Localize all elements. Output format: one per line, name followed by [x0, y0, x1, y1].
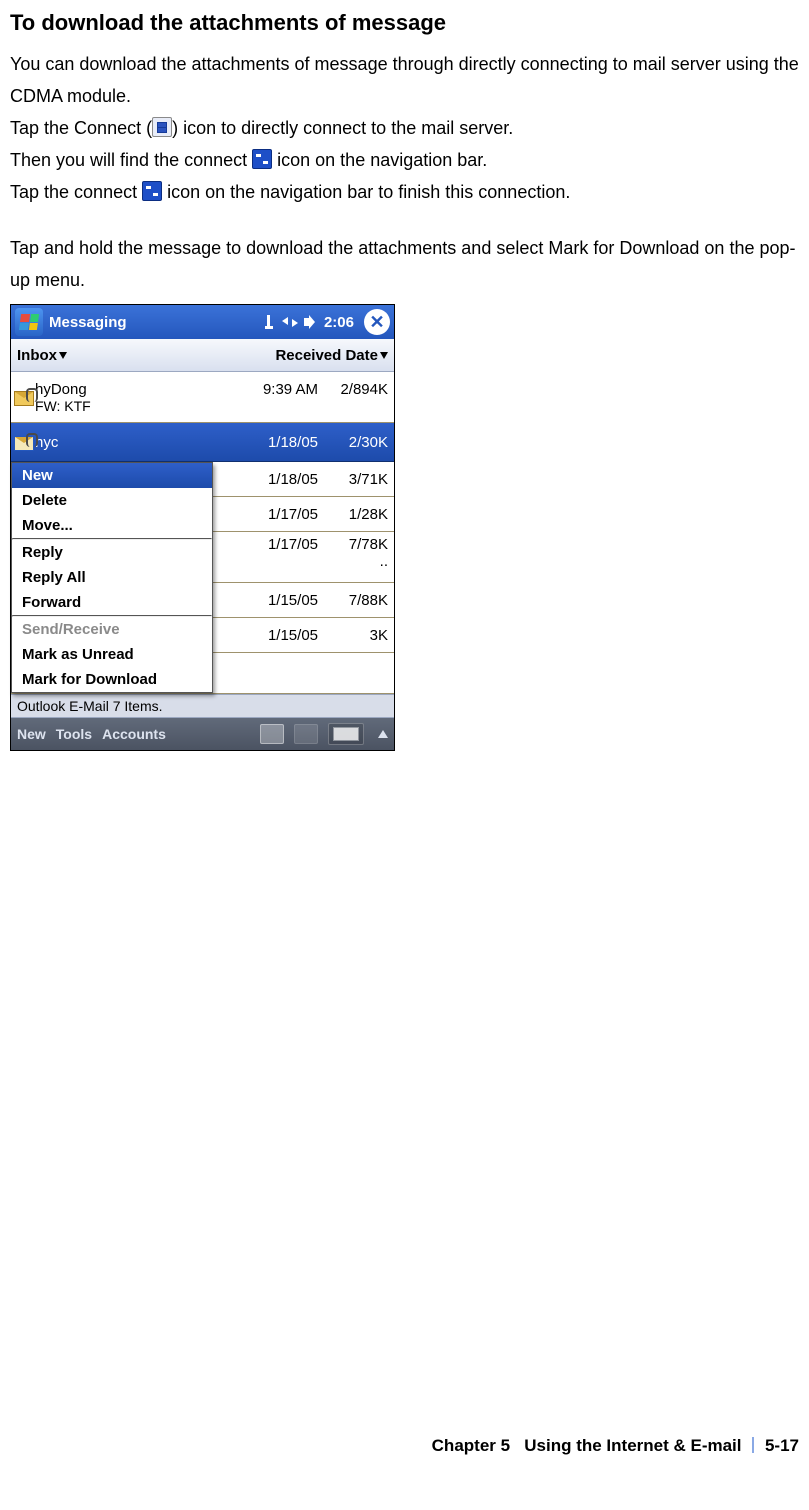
message-size: 1/28K: [318, 506, 388, 523]
message-date: 1/15/05: [238, 592, 318, 609]
menu-forward[interactable]: Forward: [12, 590, 212, 615]
start-button[interactable]: [15, 308, 43, 336]
envelope-attachment-icon: [14, 391, 34, 406]
envelope-attachment-icon: [14, 436, 34, 451]
menu-new[interactable]: New: [12, 463, 212, 488]
windows-flag-icon: [19, 314, 39, 330]
message-date: 1/18/05: [238, 434, 318, 451]
p4-text-a: Tap the connect: [10, 182, 142, 202]
volume-icon[interactable]: [304, 315, 318, 329]
menu-reply-all[interactable]: Reply All: [12, 565, 212, 590]
navigation-connect-icon: [252, 149, 272, 169]
p2-text-b: ) icon to directly connect to the mail s…: [172, 118, 513, 138]
menu-move[interactable]: Move...: [12, 513, 212, 538]
folder-icon: [294, 724, 318, 744]
footer-page: 5-17: [765, 1436, 799, 1455]
message-extra: ..: [380, 553, 388, 570]
message-from: hyDong: [35, 381, 238, 398]
message-row-empty: [213, 653, 394, 687]
list-toolbar: Inbox Received Date: [11, 339, 394, 372]
clock[interactable]: 2:06: [324, 314, 354, 331]
message-size: 7/88K: [318, 592, 388, 609]
message-size: 2/30K: [318, 434, 388, 451]
p3-text-a: Then you will find the connect: [10, 150, 252, 170]
menu-tools[interactable]: Tools: [56, 726, 92, 742]
p2-text-a: Tap the Connect (: [10, 118, 152, 138]
body-paragraph-1: You can download the attachments of mess…: [10, 48, 799, 112]
page-footer: Chapter 5 Using the Internet & E-mail 5-…: [432, 1436, 799, 1456]
connectivity-icon[interactable]: [282, 315, 298, 329]
sort-dropdown[interactable]: Received Date: [275, 347, 388, 364]
body-paragraph-4: Tap the connect icon on the navigation b…: [10, 176, 799, 208]
context-menu: New Delete Move... Reply Reply All Forwa…: [11, 462, 213, 693]
menu-new-bottom[interactable]: New: [17, 726, 46, 742]
message-date: 1/15/05: [238, 627, 318, 644]
menu-mark-unread[interactable]: Mark as Unread: [12, 642, 212, 667]
connect-icon: [152, 117, 172, 137]
chevron-down-icon: [380, 352, 388, 359]
message-list: hyDong 9:39 AM 2/894K FW: KTF hyc 1/18/0…: [11, 372, 394, 694]
body-paragraph-3: Then you will find the connect icon on t…: [10, 144, 799, 176]
message-row[interactable]: 1/17/05 7/78K ..: [213, 532, 394, 583]
status-bar: Outlook E-Mail 7 Items.: [11, 694, 394, 718]
footer-title: Using the Internet & E-mail: [524, 1436, 741, 1455]
chevron-up-icon[interactable]: [378, 730, 388, 738]
message-row[interactable]: 1/17/05 1/28K: [213, 497, 394, 532]
message-row[interactable]: 1/18/05 3/71K: [213, 462, 394, 497]
message-date: 1/18/05: [238, 471, 318, 488]
folder-dropdown[interactable]: Inbox: [17, 347, 275, 364]
menu-accounts[interactable]: Accounts: [102, 726, 166, 742]
bottom-bar: New Tools Accounts: [11, 718, 394, 750]
message-date: 9:39 AM: [238, 381, 318, 398]
signal-icon[interactable]: [262, 315, 276, 329]
message-row[interactable]: 1/15/05 3K: [213, 618, 394, 653]
section-heading: To download the attachments of message: [10, 10, 799, 36]
keyboard-icon[interactable]: [328, 723, 364, 745]
menu-delete[interactable]: Delete: [12, 488, 212, 513]
navigation-connect-icon: [142, 181, 162, 201]
menu-reply[interactable]: Reply: [12, 540, 212, 565]
context-menu-region: New Delete Move... Reply Reply All Forwa…: [11, 462, 394, 694]
titlebar: Messaging 2:06 ✕: [11, 305, 394, 339]
folder-label: Inbox: [17, 347, 57, 364]
message-row[interactable]: hyDong 9:39 AM 2/894K FW: KTF: [11, 372, 394, 423]
app-title[interactable]: Messaging: [49, 314, 262, 331]
p3-text-b: icon on the navigation bar.: [272, 150, 487, 170]
body-paragraph-2: Tap the Connect ( ) icon to directly conn…: [10, 112, 799, 144]
menu-mark-download[interactable]: Mark for Download: [12, 667, 212, 692]
footer-chapter: Chapter 5: [432, 1436, 510, 1455]
message-size: 7/78K: [349, 536, 388, 553]
message-size: 2/894K: [318, 381, 388, 398]
message-row[interactable]: 1/15/05 7/88K: [213, 583, 394, 618]
chevron-down-icon: [59, 352, 67, 359]
device-screenshot: Messaging 2:06 ✕ Inbox Received Date: [10, 304, 395, 751]
body-paragraph-5: Tap and hold the message to download the…: [10, 232, 799, 296]
close-button[interactable]: ✕: [364, 309, 390, 335]
message-date: 1/17/05: [238, 536, 318, 570]
message-size: 3K: [318, 627, 388, 644]
send-receive-icon[interactable]: [260, 724, 284, 744]
p4-text-b: icon on the navigation bar to finish thi…: [162, 182, 570, 202]
menu-send-receive: Send/Receive: [12, 617, 212, 642]
message-subject: FW: KTF: [35, 398, 388, 414]
message-date: 1/17/05: [238, 506, 318, 523]
sort-label: Received Date: [275, 347, 378, 364]
message-from: hyc: [35, 434, 238, 451]
message-size: 3/71K: [318, 471, 388, 488]
footer-separator: [752, 1437, 754, 1453]
message-row-selected[interactable]: hyc 1/18/05 2/30K: [11, 423, 394, 462]
